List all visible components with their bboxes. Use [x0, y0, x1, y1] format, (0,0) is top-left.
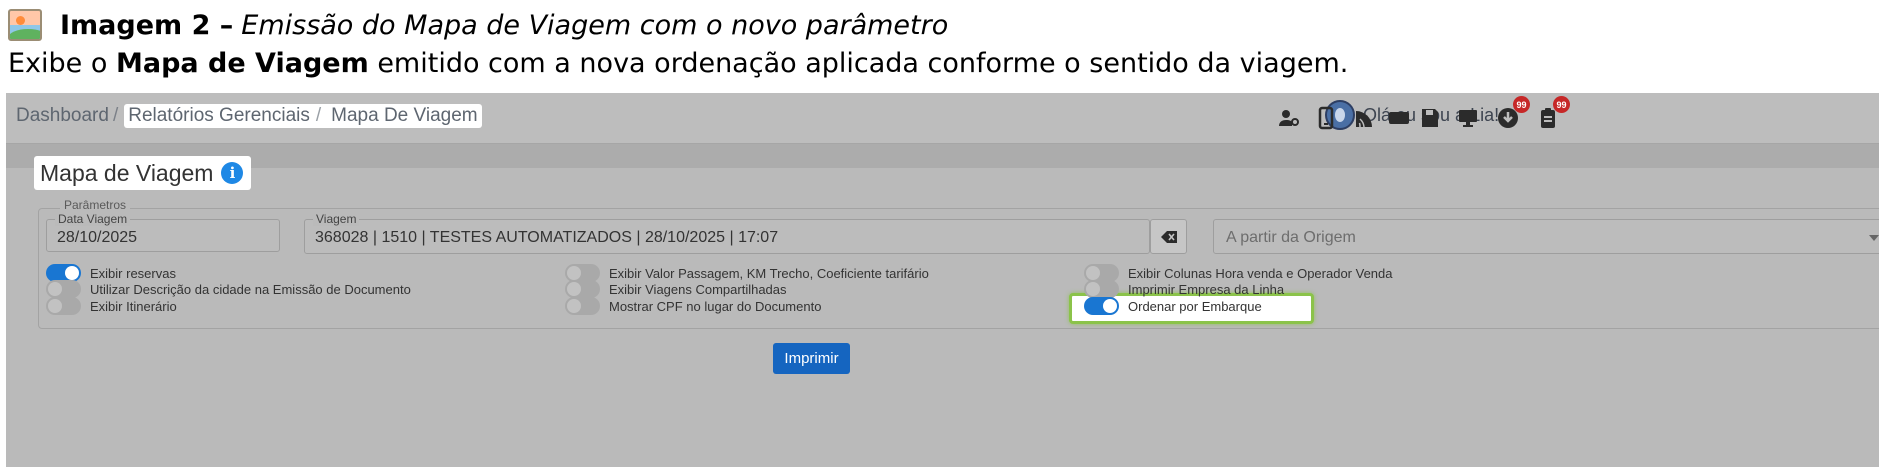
toggle-switch[interactable] [46, 280, 81, 298]
save-icon[interactable] [1417, 105, 1443, 131]
caption-text: Emissão do Mapa de Viagem com o novo par… [241, 9, 949, 41]
description-bold: Mapa de Viagem [115, 48, 369, 79]
print-button[interactable]: Imprimir [773, 343, 850, 374]
monitor-icon[interactable] [1455, 105, 1481, 131]
toggle-label: Exibir Colunas Hora venda e Operador Ven… [1128, 265, 1393, 281]
data-viagem-field[interactable]: Data Viagem 28/10/2025 [46, 212, 280, 252]
toggle-switch[interactable] [1084, 297, 1119, 315]
sentido-placeholder: A partir da Origem [1226, 229, 1356, 246]
header-strip [6, 144, 1879, 168]
breadcrumb: Dashboard / Relatórios Gerenciais / Mapa… [16, 104, 482, 128]
chevron-down-icon [1869, 235, 1879, 241]
toggle-label: Exibir reservas [90, 265, 176, 281]
toggle-imprimir-empresa[interactable]: Imprimir Empresa da Linha [1084, 280, 1284, 298]
viagem-value: 368028 | 1510 | TESTES AUTOMATIZADOS | 2… [315, 229, 779, 246]
sentido-select[interactable]: A partir da Origem [1213, 219, 1879, 254]
figure-caption: Imagem 2 – Emissão do Mapa de Viagem com… [8, 4, 948, 46]
top-bar: Dashboard / Relatórios Gerenciais / Mapa… [6, 93, 1879, 144]
toggle-label: Imprimir Empresa da Linha [1128, 281, 1285, 297]
viagem-label: Viagem [313, 212, 360, 226]
breadcrumb-current: Mapa De Viagem [331, 105, 478, 126]
page-title: Mapa de Viagem i [34, 156, 252, 190]
parameters-legend: Parâmetros [60, 198, 131, 212]
toggle-switch[interactable] [46, 297, 81, 315]
toggle-switch[interactable] [1084, 280, 1119, 298]
viagem-field[interactable]: Viagem 368028 | 1510 | TESTES AUTOMATIZA… [304, 212, 1150, 254]
caption-label: Imagem 2 – [60, 9, 234, 41]
toggle-label: Exibir Viagens Compartilhadas [609, 281, 787, 297]
toggle-label: Mostrar CPF no lugar do Documento [609, 298, 822, 314]
breadcrumb-relatorios[interactable]: Relatórios Gerenciais [128, 105, 310, 127]
download-icon[interactable]: 99 [1495, 96, 1530, 131]
page-title-text: Mapa de Viagem [40, 159, 214, 186]
eraser-icon [1160, 230, 1177, 243]
info-icon[interactable]: i [221, 162, 244, 184]
clipboard-icon[interactable]: 99 [1535, 96, 1570, 131]
wifi-icon[interactable] [1352, 105, 1378, 131]
breadcrumb-separator: / [112, 105, 119, 126]
data-viagem-value: 28/10/2025 [57, 229, 138, 246]
data-viagem-label: Data Viagem [55, 212, 131, 226]
toggle-label: Exibir Valor Passagem, KM Trecho, Coefic… [609, 265, 929, 281]
toggle-label: Exibir Itinerário [90, 298, 177, 314]
breadcrumb-dashboard[interactable]: Dashboard [16, 105, 109, 127]
toggle-switch[interactable] [565, 297, 600, 315]
app-screenshot: Dashboard / Relatórios Gerenciais / Mapa… [6, 93, 1879, 467]
toggle-mostrar-cpf[interactable]: Mostrar CPF no lugar do Documento [565, 297, 821, 315]
description-after: emitido com a nova ordenação aplicada co… [368, 48, 1349, 79]
toggle-utilizar-descricao[interactable]: Utilizar Descrição da cidade na Emissão … [46, 280, 411, 298]
figure-description: Exibe o Mapa de Viagem emitido com a nov… [8, 48, 1348, 79]
description-before: Exibe o [8, 48, 116, 79]
toggle-switch[interactable] [565, 280, 600, 298]
toggle-exibir-itinerario[interactable]: Exibir Itinerário [46, 297, 177, 315]
clear-viagem-button[interactable] [1150, 219, 1187, 254]
user-settings-icon[interactable] [1276, 105, 1302, 131]
card-icon[interactable] [1386, 105, 1412, 131]
breadcrumb-separator: / [315, 105, 322, 126]
picture-icon [8, 9, 42, 41]
breadcrumb-highlight: Relatórios Gerenciais / Mapa De Viagem [124, 104, 482, 128]
toggle-viagens-compartilhadas[interactable]: Exibir Viagens Compartilhadas [565, 280, 787, 298]
toggle-label: Utilizar Descrição da cidade na Emissão … [90, 281, 411, 297]
download-badge: 99 [1513, 96, 1530, 113]
toggle-label: Ordenar por Embarque [1128, 298, 1262, 314]
toggle-ordenar-embarque[interactable]: Ordenar por Embarque [1084, 297, 1262, 315]
clipboard-badge: 99 [1553, 96, 1570, 113]
mobile-icon[interactable] [1313, 105, 1339, 131]
